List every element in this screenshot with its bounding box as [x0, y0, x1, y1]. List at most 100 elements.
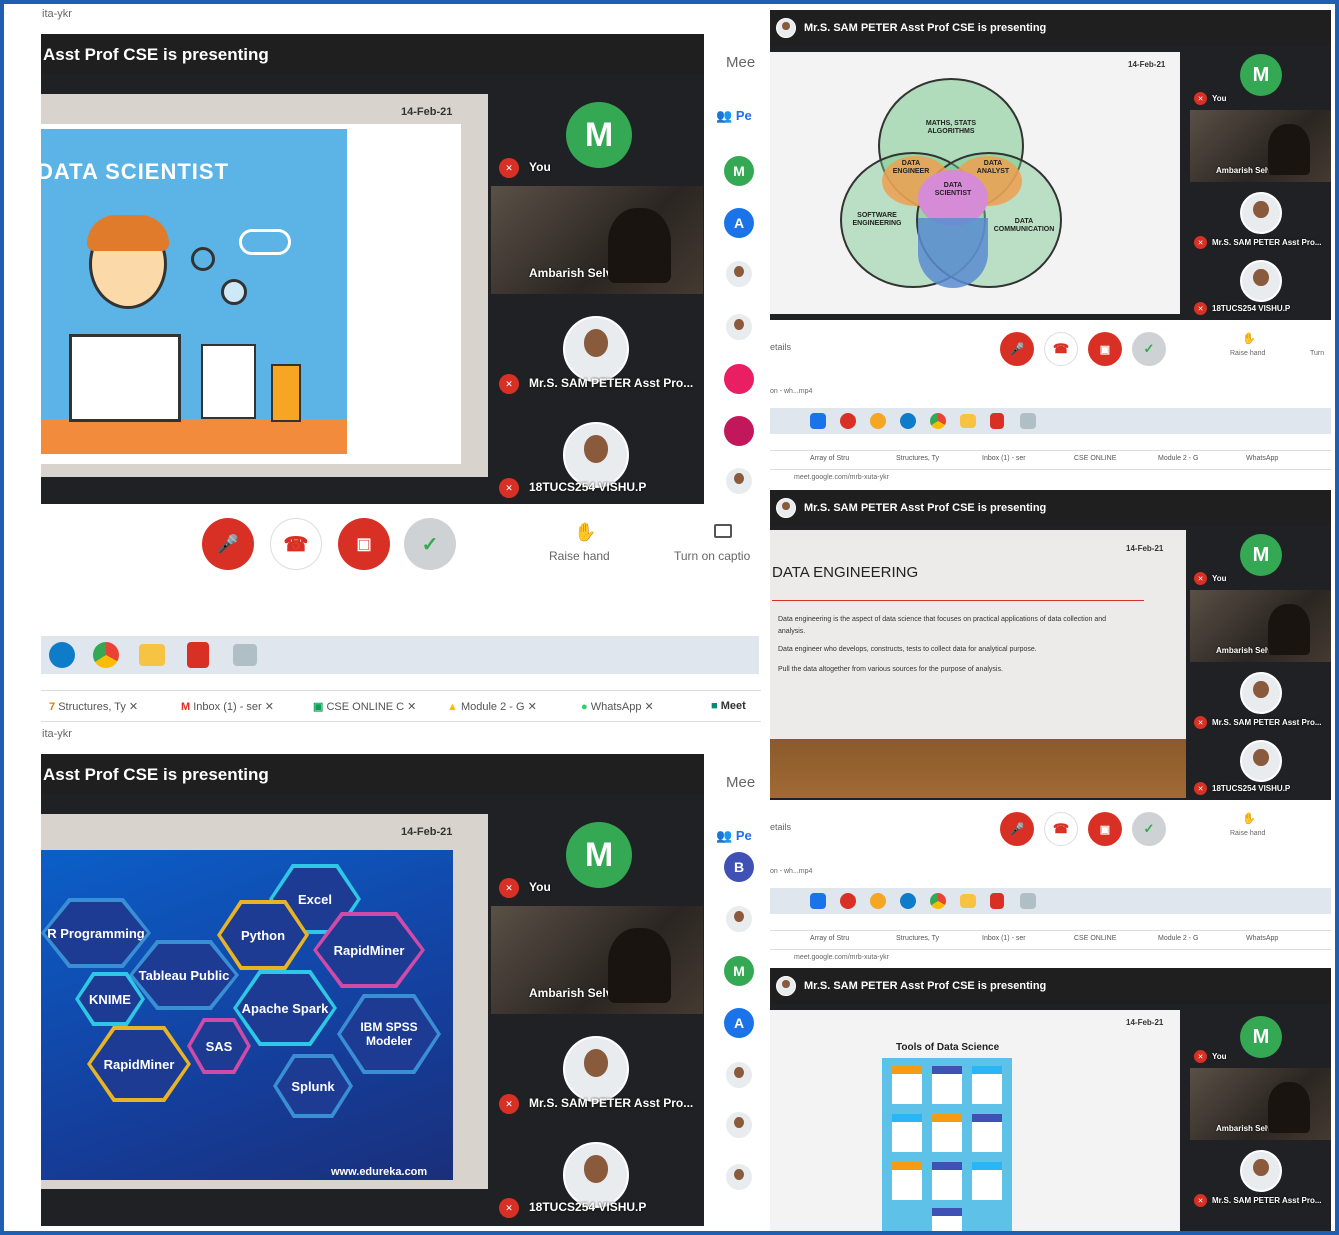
- edge-icon[interactable]: [49, 642, 75, 668]
- tab[interactable]: Array of Stru: [810, 455, 849, 462]
- download-item[interactable]: on - wh...mp4: [770, 868, 812, 875]
- edge-icon[interactable]: [900, 413, 916, 429]
- tab[interactable]: ▲ Module 2 - G ✕: [447, 700, 537, 713]
- mic-off-icon: ✕: [1194, 782, 1207, 795]
- participant-avatar[interactable]: M: [724, 156, 754, 186]
- app-icon[interactable]: [870, 893, 886, 909]
- chrome-icon[interactable]: [930, 413, 946, 429]
- captions-icon[interactable]: [714, 524, 732, 538]
- tile-name-you: You: [1212, 574, 1227, 583]
- tab[interactable]: Module 2 - G: [1158, 935, 1198, 942]
- mic-off-button[interactable]: 🎤: [202, 518, 254, 570]
- meeting-details[interactable]: etails: [770, 822, 791, 832]
- powerpoint-icon[interactable]: [990, 893, 1004, 909]
- camera-off-button[interactable]: ▣: [1088, 812, 1122, 846]
- tile-ambarish: Ambarish Selvan: [1190, 110, 1331, 182]
- folder-icon[interactable]: [960, 894, 976, 908]
- hang-up-button[interactable]: ☎: [1044, 812, 1078, 846]
- participant-avatar[interactable]: [724, 312, 754, 342]
- slide: Excel R Programming Python RapidMiner Ta…: [41, 850, 453, 1180]
- tab[interactable]: CSE ONLINE: [1074, 455, 1116, 462]
- tab[interactable]: 7 Structures, Ty ✕: [49, 700, 138, 713]
- confirm-button[interactable]: ✓: [404, 518, 456, 570]
- raise-hand-label[interactable]: Raise hand: [1230, 350, 1265, 357]
- raise-hand-icon[interactable]: ✋: [574, 522, 596, 543]
- participant-avatar[interactable]: A: [724, 1008, 754, 1038]
- confirm-button[interactable]: ✓: [1132, 812, 1166, 846]
- download-item[interactable]: on - wh...mp4: [770, 388, 812, 395]
- side-title: Mee: [726, 54, 756, 71]
- raise-hand-icon[interactable]: ✋: [1242, 812, 1256, 825]
- people-icon[interactable]: 👥 Pe: [716, 108, 752, 124]
- powerpoint-icon[interactable]: [187, 642, 209, 668]
- raise-hand-icon[interactable]: ✋: [1242, 332, 1256, 345]
- chrome-icon[interactable]: [93, 642, 119, 668]
- taskbar: [770, 888, 1331, 914]
- presenter-avatar: [776, 976, 796, 996]
- app-icon[interactable]: [810, 413, 826, 429]
- paint-icon[interactable]: [1020, 893, 1036, 909]
- participant-avatar[interactable]: [724, 259, 754, 289]
- mic-off-icon: ✕: [1194, 716, 1207, 729]
- meeting-details[interactable]: etails: [770, 342, 791, 352]
- participant-avatar[interactable]: [724, 466, 754, 496]
- people-icon[interactable]: 👥 Pe: [716, 828, 752, 844]
- tab[interactable]: Inbox (1) - ser: [982, 455, 1026, 462]
- captions-label[interactable]: Turn: [1310, 350, 1324, 357]
- hang-up-button[interactable]: ☎: [270, 518, 322, 570]
- tab[interactable]: Inbox (1) - ser: [982, 935, 1026, 942]
- paint-icon[interactable]: [233, 644, 257, 666]
- tab[interactable]: WhatsApp: [1246, 455, 1278, 462]
- tab[interactable]: M Inbox (1) - ser ✕: [181, 700, 274, 713]
- folder-icon[interactable]: [960, 414, 976, 428]
- tile-sam: ✕ Mr.S. SAM PETER Asst Pro...: [1190, 1142, 1331, 1212]
- mic-off-button[interactable]: 🎤: [1000, 332, 1034, 366]
- tab[interactable]: ● WhatsApp ✕: [581, 700, 654, 713]
- mic-off-button[interactable]: 🎤: [1000, 812, 1034, 846]
- app-icon[interactable]: [810, 893, 826, 909]
- raise-hand-label[interactable]: Raise hand: [1230, 830, 1265, 837]
- captions-label[interactable]: Turn on captio: [674, 549, 750, 563]
- confirm-button[interactable]: ✓: [1132, 332, 1166, 366]
- chrome-icon[interactable]: [930, 893, 946, 909]
- participant-avatar[interactable]: M: [724, 956, 754, 986]
- tab[interactable]: CSE ONLINE: [1074, 935, 1116, 942]
- app-icon[interactable]: [870, 413, 886, 429]
- camera-off-button[interactable]: ▣: [1088, 332, 1122, 366]
- participant-avatar[interactable]: B: [724, 852, 754, 882]
- tile-name-you: You: [1212, 1052, 1227, 1061]
- tab[interactable]: Structures, Ty: [896, 935, 939, 942]
- participant-avatar[interactable]: [724, 904, 754, 934]
- venn-label: MATHS, STATS ALGORITHMS: [925, 120, 977, 135]
- participant-avatar[interactable]: A: [724, 208, 754, 238]
- opera-icon[interactable]: [840, 413, 856, 429]
- tool-hex: Apache Spark: [233, 970, 337, 1046]
- raise-hand-label[interactable]: Raise hand: [549, 549, 610, 563]
- character-hair: [87, 215, 169, 251]
- hang-up-button[interactable]: ☎: [1044, 332, 1078, 366]
- edge-icon[interactable]: [900, 893, 916, 909]
- participant-avatar[interactable]: [724, 416, 754, 446]
- opera-icon[interactable]: [840, 893, 856, 909]
- tile-you: M ✕ You: [1190, 1004, 1331, 1066]
- tab[interactable]: WhatsApp: [1246, 935, 1278, 942]
- participant-avatar[interactable]: [724, 1060, 754, 1090]
- tab[interactable]: Structures, Ty: [896, 455, 939, 462]
- tab[interactable]: ▣ CSE ONLINE C ✕: [313, 700, 416, 713]
- tab[interactable]: Array of Stru: [810, 935, 849, 942]
- address-bar[interactable]: meet.google.com/mrb-xuta-ykr: [794, 474, 889, 481]
- paint-icon[interactable]: [1020, 413, 1036, 429]
- tab[interactable]: Module 2 - G: [1158, 455, 1198, 462]
- address-bar[interactable]: ita-ykr: [42, 8, 72, 20]
- folder-icon[interactable]: [139, 644, 165, 666]
- tile-sam: ✕ Mr.S. SAM PETER Asst Pro...: [491, 296, 703, 401]
- tab-active[interactable]: ■ Meet: [711, 700, 746, 712]
- participant-avatar[interactable]: [724, 1110, 754, 1140]
- camera-off-button[interactable]: ▣: [338, 518, 390, 570]
- address-bar[interactable]: meet.google.com/mrb-xuta-ykr: [794, 954, 889, 961]
- address-bar[interactable]: ita-ykr: [42, 728, 72, 740]
- participant-avatar[interactable]: [724, 1162, 754, 1192]
- participant-avatar[interactable]: [724, 364, 754, 394]
- powerpoint-icon[interactable]: [990, 413, 1004, 429]
- tool-card: [972, 1066, 1002, 1104]
